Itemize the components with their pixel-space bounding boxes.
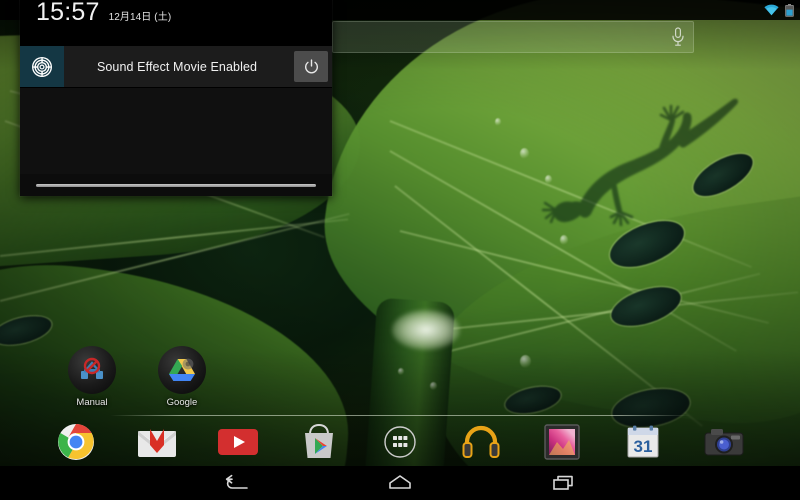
manual-app-art: [68, 346, 116, 394]
google-drive-icon: [169, 358, 195, 381]
power-icon: [304, 59, 318, 74]
notification-power-button[interactable]: [294, 51, 328, 82]
dock-item-calendar[interactable]: 31: [619, 418, 667, 466]
play-music-headphones-icon: [462, 425, 500, 458]
battery-icon: [785, 3, 794, 17]
app-icon-google[interactable]: Google: [146, 346, 218, 408]
dock-item-camera[interactable]: [700, 418, 748, 466]
chrome-icon: [58, 424, 94, 460]
notification-list: Sound Effect Movie Enabled: [20, 46, 332, 174]
notification-item[interactable]: Sound Effect Movie Enabled: [20, 46, 332, 88]
dock-item-all-apps[interactable]: [376, 418, 424, 466]
notification-footer[interactable]: [20, 174, 332, 196]
sound-effect-icon: [32, 56, 52, 77]
gmail-icon: [138, 429, 176, 457]
nav-recents-button[interactable]: [537, 466, 591, 500]
home-icon: [389, 475, 411, 489]
manual-icon: [81, 357, 103, 379]
notification-drag-handle[interactable]: [36, 183, 316, 187]
notification-header: 15:57 12月14日 (土): [20, 0, 332, 46]
notification-action-container: [290, 46, 332, 87]
dock-item-gmail[interactable]: [133, 418, 181, 466]
app-label: Google: [166, 397, 198, 408]
dock-item-gallery[interactable]: [538, 418, 586, 466]
camera-icon: [704, 429, 744, 456]
nav-home-button[interactable]: [373, 466, 427, 500]
android-screen: 15:57 12月14日 (土) Sound Effect Movie Enab…: [0, 0, 800, 500]
play-store-icon: [305, 423, 333, 458]
dock-item-chrome[interactable]: [52, 418, 100, 466]
dock-item-play-store[interactable]: [295, 418, 343, 466]
app-label: Manual: [76, 397, 108, 408]
google-search-bar[interactable]: [332, 21, 694, 53]
dock-item-play-music[interactable]: [457, 418, 505, 466]
notification-shade[interactable]: 15:57 12月14日 (土) Sound Effect Movie Enab…: [20, 0, 332, 196]
nav-back-button[interactable]: [209, 466, 263, 500]
app-icon-manual[interactable]: Manual: [56, 346, 128, 408]
calendar-icon: 31: [627, 425, 659, 458]
google-app-art: [158, 346, 206, 394]
status-date: 12月14日 (土): [108, 12, 172, 23]
back-arrow-icon: [225, 474, 248, 489]
wifi-icon: [764, 4, 779, 16]
dock-item-youtube[interactable]: [214, 418, 262, 466]
notification-text-container: Sound Effect Movie Enabled: [64, 46, 290, 87]
notification-icon-container: [20, 46, 64, 87]
calendar-day-number: 31: [634, 437, 653, 456]
all-apps-icon: [384, 426, 416, 458]
microphone-icon[interactable]: [671, 27, 685, 47]
status-clock: 15:57: [36, 0, 100, 26]
notification-title: Sound Effect Movie Enabled: [96, 59, 258, 74]
dock-divider: [110, 415, 690, 416]
recent-apps-icon: [553, 475, 573, 490]
gallery-icon: [544, 424, 580, 460]
favorites-dock: 31: [0, 418, 800, 466]
youtube-icon: [218, 429, 258, 455]
navigation-bar: [0, 466, 800, 500]
